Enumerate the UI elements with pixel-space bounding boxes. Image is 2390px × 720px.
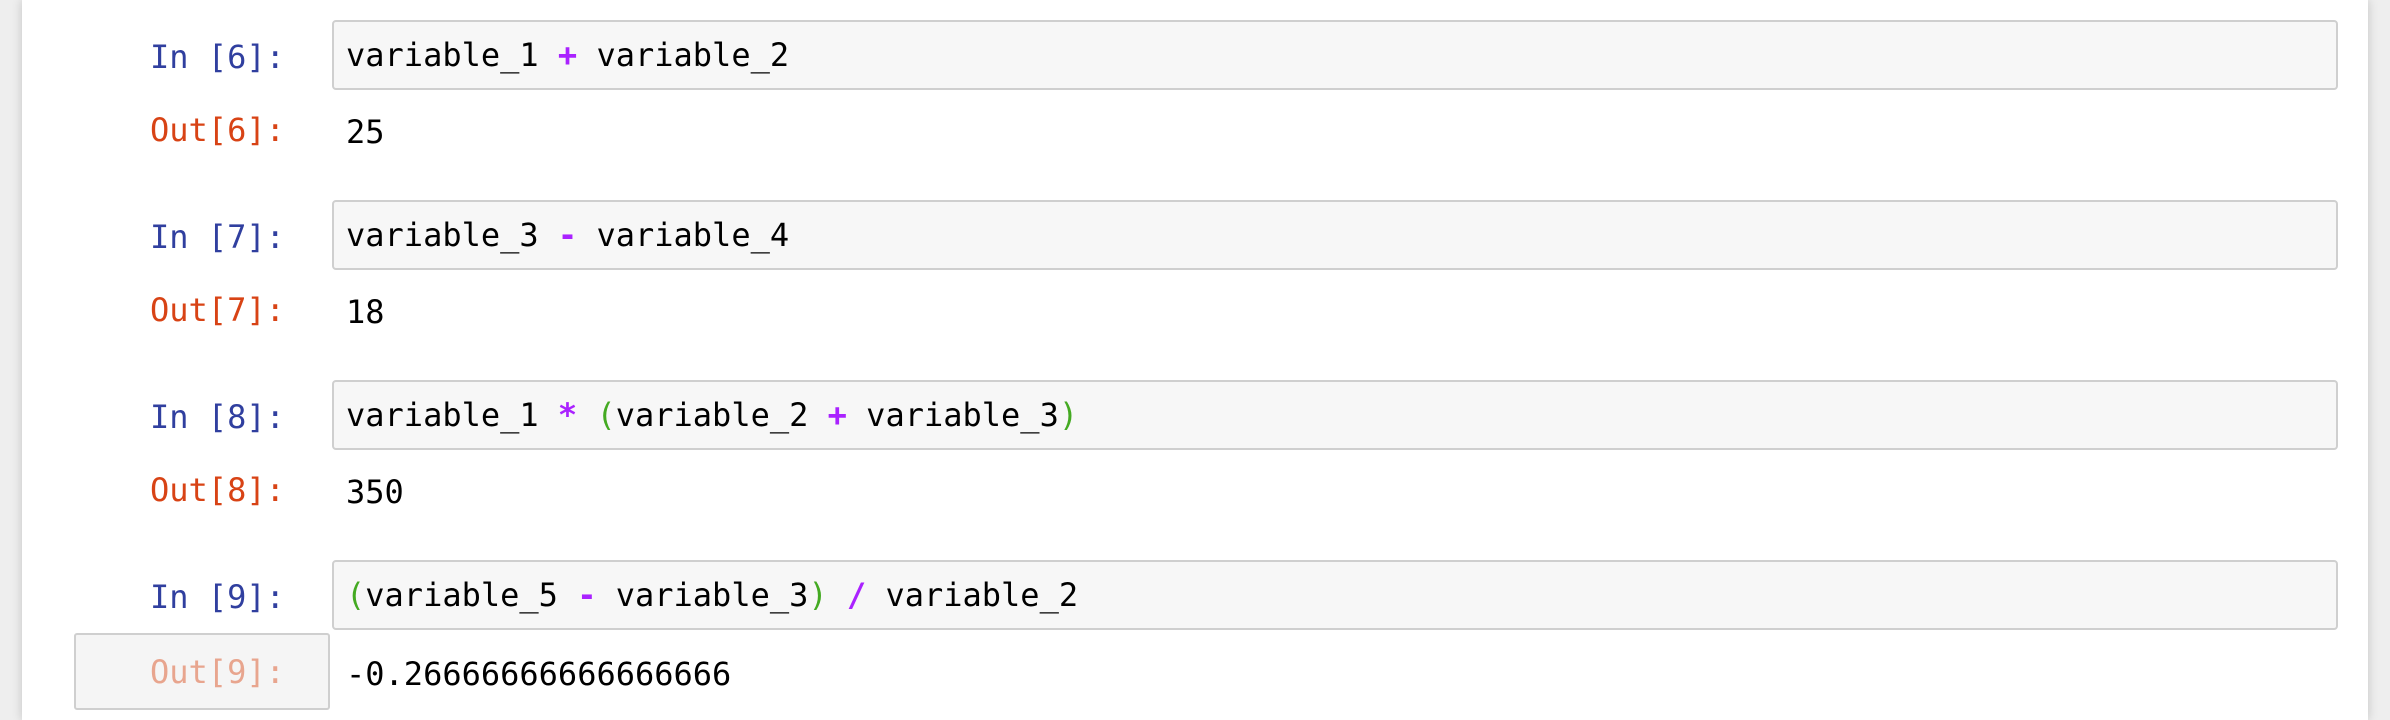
code-identifier: variable_3 — [615, 576, 809, 614]
code-identifier: variable_2 — [615, 396, 809, 434]
code-operator: - — [557, 216, 578, 254]
input-prompt: In [8]: — [150, 398, 285, 436]
code-identifier: variable_2 — [885, 576, 1079, 614]
code-operator: + — [557, 36, 578, 74]
code-identifier: variable_4 — [596, 216, 790, 254]
code-identifier: variable_5 — [365, 576, 558, 614]
output-prompt[interactable]: Out[9]: — [150, 652, 285, 692]
output-value: 25 — [346, 113, 385, 151]
code-paren: ( — [346, 576, 366, 614]
code-identifier: variable_3 — [866, 396, 1059, 434]
output-prompt: Out[7]: — [150, 291, 285, 329]
code-paren: ) — [808, 576, 828, 614]
code-identifier: variable_2 — [596, 36, 790, 74]
code-operator: + — [827, 396, 847, 434]
code-identifier: variable_1 — [346, 36, 539, 74]
output-prompt: Out[8]: — [150, 471, 285, 509]
code-paren: ( — [596, 396, 616, 434]
output-value: 18 — [346, 293, 385, 331]
code-operator: * — [557, 396, 578, 434]
code-identifier: variable_1 — [346, 396, 539, 434]
code-identifier: variable_3 — [346, 216, 539, 254]
code-operator: / — [846, 576, 867, 614]
output-value: 350 — [346, 473, 404, 511]
output-prompt: Out[6]: — [150, 111, 285, 149]
code-input[interactable]: variable_1 + variable_2 — [332, 20, 2338, 90]
input-prompt: In [7]: — [150, 218, 285, 256]
code-input[interactable]: variable_3 - variable_4 — [332, 200, 2338, 270]
input-prompt: In [6]: — [150, 38, 285, 76]
notebook-container: In [6]: variable_1 + variable_2 Out[6]: … — [22, 0, 2368, 720]
code-paren: ) — [1058, 396, 1079, 434]
code-operator: - — [577, 576, 597, 614]
input-prompt: In [9]: — [150, 578, 285, 616]
output-value: -0.26666666666666666 — [346, 655, 732, 693]
code-input[interactable]: variable_1 * (variable_2 + variable_3) — [332, 380, 2338, 450]
code-input[interactable]: (variable_5 - variable_3) / variable_2 — [332, 560, 2338, 630]
